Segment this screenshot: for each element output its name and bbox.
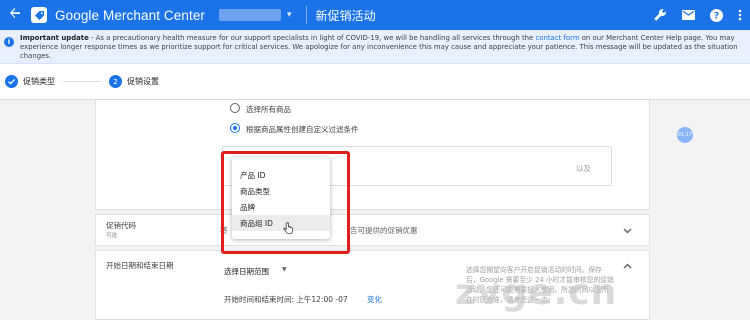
step-1-label[interactable]: 促销类型	[23, 76, 55, 87]
account-dropdown-icon[interactable]: ▾	[287, 10, 292, 20]
header-actions: ?	[646, 0, 750, 30]
progress-stepper: 促销类型 2 促销设置	[0, 64, 750, 100]
top-app-bar: Google Merchant Center ▾ 新促销活动 ?	[0, 0, 750, 30]
back-arrow-icon[interactable]	[5, 7, 25, 23]
wrench-icon[interactable]	[646, 0, 674, 30]
mail-icon[interactable]	[674, 0, 702, 30]
radio-all-products-label[interactable]: 选择所有商品	[246, 104, 291, 115]
promo-code-optional: 可选	[106, 233, 118, 239]
header-divider	[305, 6, 307, 24]
step-2-label[interactable]: 促销设置	[127, 76, 159, 87]
svg-text:?: ?	[713, 11, 718, 21]
help-icon[interactable]: ?	[702, 0, 730, 30]
chevron-down-icon[interactable]	[621, 225, 633, 237]
dates-title: 开始日期和结束日期	[106, 261, 174, 270]
promo-code-card[interactable]: 促销代码 可选 将 告可提供的促销优惠	[95, 214, 650, 246]
start-end-time-label: 开始时间和结束时间: 上午12:00 -07	[224, 295, 348, 304]
merchant-center-logo	[31, 7, 47, 23]
covid-notice-banner: i Important update - As a precautionary …	[0, 30, 750, 64]
chevron-up-icon[interactable]	[621, 260, 633, 272]
step-2-number: 2	[109, 75, 122, 88]
notice-lead: Important update	[20, 34, 89, 42]
step-connector	[63, 81, 101, 82]
radio-custom-filter[interactable]	[230, 123, 240, 133]
notice-text: Important update - As a precautionary he…	[20, 34, 740, 61]
contact-form-link[interactable]: contact form	[535, 34, 579, 42]
date-range-caret-icon[interactable]: ▼	[282, 266, 287, 273]
radio-all-products[interactable]	[230, 103, 240, 113]
account-name-redacted[interactable]	[219, 9, 282, 21]
and-label: 以及	[576, 164, 591, 173]
more-icon[interactable]	[730, 0, 750, 30]
products-card: 选择所有商品 根据商品属性创建自定义过滤条件 以及	[95, 100, 650, 210]
annotation-highlight-box	[221, 151, 350, 254]
watermark: zvge.cn	[455, 272, 618, 313]
date-range-select[interactable]: 选择日期范围	[224, 266, 269, 277]
promo-code-desc-right: 告可提供的促销优惠	[350, 226, 418, 235]
page-title: 新促销活动	[315, 8, 376, 23]
info-icon: i	[4, 37, 14, 47]
app-title: Google Merchant Center	[55, 7, 206, 23]
change-time-link[interactable]: 变化	[367, 294, 382, 305]
radio-custom-filter-label[interactable]: 根据商品属性创建自定义过滤条件	[246, 124, 359, 135]
notice-body-1: - As a precautionary health measure for …	[88, 34, 536, 42]
floating-timer-badge[interactable]: 01:17	[677, 127, 693, 143]
promo-code-title: 促销代码	[106, 221, 136, 230]
step-complete-check-icon	[5, 75, 18, 88]
